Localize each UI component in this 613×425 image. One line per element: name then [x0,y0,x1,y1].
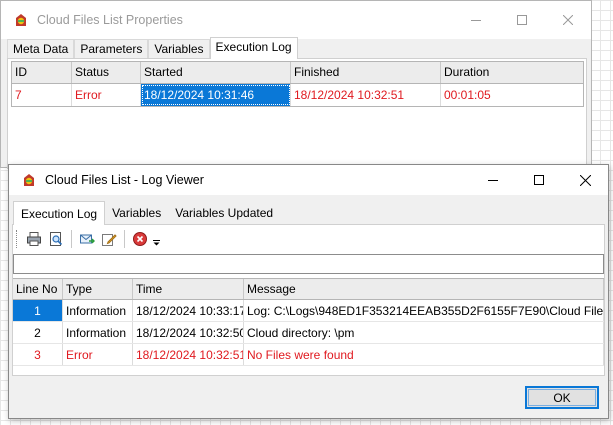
toolbar-separator [124,230,125,248]
table-row[interactable]: 2 Information 18/12/2024 10:32:50 Cloud … [13,322,604,344]
grid-header: ID Status Started Finished Duration [12,62,583,84]
maximize-icon [517,15,527,25]
minimize-icon [488,180,498,181]
toolbar-overflow-button[interactable] [151,228,161,250]
close-button[interactable] [562,165,608,195]
cell-id: 7 [12,84,72,106]
stop-button[interactable] [129,228,151,250]
cell-started: 18/12/2024 10:31:46 [141,84,291,106]
print-preview-button[interactable] [45,228,67,250]
stop-icon [133,232,147,246]
email-icon [80,234,95,244]
cell-message: Cloud directory: \pm [244,322,604,343]
properties-titlebar[interactable]: Cloud Files List Properties [1,1,591,39]
properties-tabs: Meta Data Parameters Variables Execution… [7,37,298,59]
tab-variables-updated[interactable]: Variables Updated [168,201,280,225]
table-row[interactable]: 3 Error 18/12/2024 10:32:51 No Files wer… [13,344,604,366]
app-icon [24,174,34,186]
dropdown-arrow-icon [152,240,160,246]
edit-icon [102,234,117,246]
close-icon [563,15,573,25]
window-title: Cloud Files List Properties [37,13,183,27]
cell-line-no: 2 [13,322,63,343]
cell-line-no: 3 [13,344,63,365]
close-icon [579,174,591,186]
cell-time: 18/12/2024 10:32:50 [133,322,244,343]
window-title: Cloud Files List - Log Viewer [45,173,204,187]
column-header-status[interactable]: Status [72,62,141,83]
tab-meta-data[interactable]: Meta Data [7,39,75,59]
print-icon [27,232,41,246]
cell-time: 18/12/2024 10:32:51 [133,344,244,365]
cell-message: Log: C:\Logs\948ED1F353214EEAB355D2F6155… [244,300,604,321]
cell-status: Error [72,84,141,106]
minimize-icon [471,20,481,21]
execution-log-panel: ID Status Started Finished Duration 7 Er… [7,58,587,169]
cell-duration: 00:01:05 [444,88,491,102]
maximize-icon [534,175,544,185]
tab-execution-log[interactable]: Execution Log [13,201,106,225]
column-header-started[interactable]: Started [141,62,291,83]
close-button[interactable] [545,1,591,39]
email-button[interactable] [76,228,98,250]
table-row[interactable]: 7 Error 18/12/2024 10:31:46 18/12/2024 1… [12,84,583,106]
minimize-button[interactable] [470,165,516,195]
cell-time: 18/12/2024 10:33:17 [133,300,244,321]
column-header-message[interactable]: Message [244,279,604,299]
log-panel: Line No Type Time Message 1 Information … [12,224,605,376]
app-icon [16,14,26,26]
column-header-duration[interactable]: Duration [441,62,583,83]
log-viewer-tabs: Execution Log Variables Variables Update… [13,201,280,225]
tab-variables[interactable]: Variables [105,201,168,225]
cell-type: Error [63,344,133,365]
log-toolbar [16,228,161,250]
log-filter-input[interactable] [13,254,604,274]
log-viewer-window: Cloud Files List - Log Viewer Execution … [8,164,609,419]
properties-window: Cloud Files List Properties Meta Data Pa… [0,0,592,169]
cell-type: Information [63,300,133,321]
log-grid[interactable]: Line No Type Time Message 1 Information … [13,278,604,366]
toolbar-separator [71,230,72,248]
ok-button[interactable]: OK [525,386,599,409]
column-header-id[interactable]: ID [12,62,72,83]
cell-message: No Files were found [244,344,604,365]
toolbar-grip[interactable] [16,230,19,248]
cell-finished: 18/12/2024 10:32:51 [291,84,441,106]
print-button[interactable] [23,228,45,250]
log-viewer-titlebar[interactable]: Cloud Files List - Log Viewer [9,165,608,195]
edit-button[interactable] [98,228,120,250]
print-preview-icon [50,232,63,246]
execution-grid[interactable]: ID Status Started Finished Duration 7 Er… [11,61,584,107]
column-header-finished[interactable]: Finished [291,62,441,83]
minimize-button[interactable] [453,1,499,39]
grid-header: Line No Type Time Message [13,279,604,300]
column-header-type[interactable]: Type [63,279,133,299]
column-header-time[interactable]: Time [133,279,244,299]
column-header-line-no[interactable]: Line No [13,279,63,299]
table-row[interactable]: 1 Information 18/12/2024 10:33:17 Log: C… [13,300,604,322]
maximize-button[interactable] [499,1,545,39]
tab-parameters[interactable]: Parameters [74,39,149,59]
cell-type: Information [63,322,133,343]
tab-execution-log[interactable]: Execution Log [209,37,298,59]
cell-line-no: 1 [13,300,63,321]
tab-variables[interactable]: Variables [148,39,210,59]
maximize-button[interactable] [516,165,562,195]
